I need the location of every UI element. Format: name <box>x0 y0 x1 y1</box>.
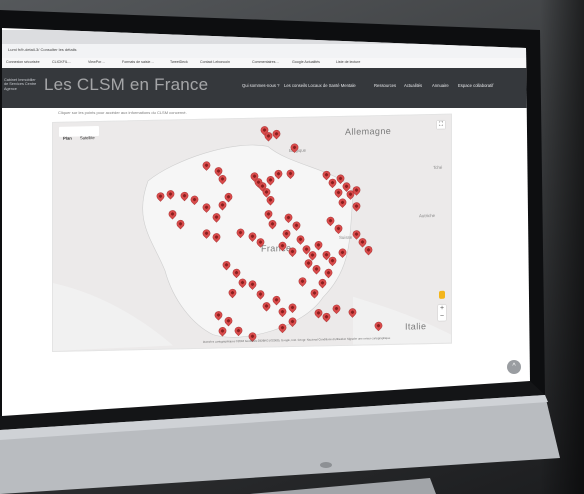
bookmark-item[interactable]: Formats de saisie… <box>122 60 154 64</box>
bookmark-item[interactable]: Contact Leboncoin <box>200 60 230 64</box>
address-bar[interactable]: Lumi fr/fr-detail-3/ Consulter les détai… <box>8 47 76 52</box>
bookmark-item[interactable]: ViewPor… <box>88 60 105 64</box>
label-autriche: Autriche <box>419 212 436 219</box>
bookmark-item[interactable]: Connexion sécurisée <box>6 60 40 64</box>
page-title: Les CLSM en France <box>44 75 209 94</box>
zoom-control: + − <box>438 304 446 321</box>
brand-label[interactable]: Cabinet Immobilier de Services Centre Ag… <box>4 78 36 91</box>
site-header: Cabinet Immobilier de Services Centre Ag… <box>2 68 530 108</box>
map-tab-satellite[interactable]: Satellite <box>76 133 99 142</box>
bookmark-item[interactable]: CLICKFIL… <box>52 60 71 64</box>
screen: Lumi fr/fr-detail-3/ Consulter les détai… <box>2 28 530 416</box>
apple-logo-icon <box>320 462 332 468</box>
zoom-in-button[interactable]: + <box>438 305 446 313</box>
bookmarks-bar: Connexion sécurisée CLICKFIL… ViewPor… F… <box>2 58 530 68</box>
clsm-map[interactable]: Plan Satellite Allemagne France Italie Be… <box>52 113 452 353</box>
nav-item[interactable]: Les conseils Locaux de Santé Mentale <box>284 83 356 88</box>
zoom-out-button[interactable]: − <box>438 313 446 321</box>
browser-tab-strip <box>2 30 530 44</box>
nav-item[interactable]: Qui sommes-nous ? <box>242 83 279 88</box>
label-france: France <box>261 242 292 254</box>
scroll-top-button[interactable]: ^ <box>507 360 521 374</box>
label-tche: Tché <box>433 164 443 171</box>
bookmark-item[interactable]: TweetDeck <box>170 60 188 64</box>
nav-item[interactable]: Espace collaboratif <box>458 83 493 88</box>
map-tab-plan[interactable]: Plan <box>59 134 76 143</box>
nav-item[interactable]: Ressources <box>374 83 396 88</box>
bookmark-item[interactable]: Liste de lecture <box>336 60 360 64</box>
bookmark-item[interactable]: Google Actualités <box>292 60 320 64</box>
label-allemagne: Allemagne <box>345 125 392 137</box>
intro-text: Cliquer sur les points pour accéder aux … <box>58 110 187 115</box>
fullscreen-button[interactable]: ⛶ <box>437 120 445 129</box>
monitor: Lumi fr/fr-detail-3/ Consulter les détai… <box>0 0 584 494</box>
nav-item[interactable]: Annuaire <box>432 83 449 88</box>
nav-item[interactable]: Actualités <box>404 83 422 88</box>
pegman-icon[interactable] <box>439 290 445 299</box>
bookmark-item[interactable]: Commentaires… <box>252 60 279 64</box>
map-type-tabs: Plan Satellite <box>59 126 99 141</box>
browser-toolbar: Lumi fr/fr-detail-3/ Consulter les détai… <box>2 44 530 58</box>
label-italie: Italie <box>405 321 427 332</box>
label-suisse: Suisse <box>339 234 353 240</box>
